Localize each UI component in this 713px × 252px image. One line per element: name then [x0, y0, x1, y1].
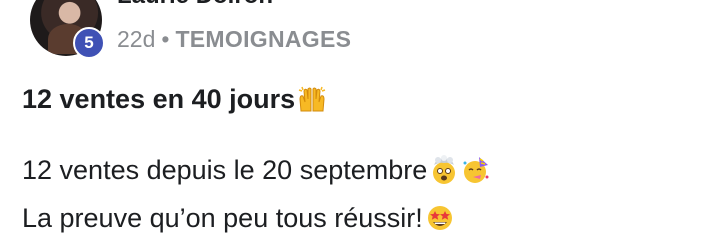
- partying-face-icon: [461, 155, 491, 185]
- post-age: 22d: [117, 26, 156, 52]
- raising-hands-icon: [297, 85, 327, 115]
- author-name[interactable]: Laurie Doiron: [117, 0, 273, 10]
- category-link[interactable]: TEMOIGNAGES: [175, 26, 351, 53]
- post-title: 12 ventes en 40 jours: [22, 84, 327, 115]
- meta-separator: •: [161, 26, 170, 52]
- body-line-2: La preuve qu’on peu tous réussir!: [22, 194, 491, 242]
- post-header: 5 Laurie Doiron 22d • TEMOIGNAGES: [0, 0, 713, 60]
- post-body: 12 ventes depuis le 20 septembre La preu…: [22, 146, 491, 242]
- exploding-head-icon: [429, 155, 459, 185]
- body-line-2-text: La preuve qu’on peu tous réussir!: [22, 203, 423, 233]
- avatar-container[interactable]: 5: [30, 0, 105, 59]
- body-line-1: 12 ventes depuis le 20 septembre: [22, 146, 491, 194]
- body-line-1-text: 12 ventes depuis le 20 septembre: [22, 155, 428, 185]
- post-meta: 22d • TEMOIGNAGES: [117, 26, 351, 53]
- post-title-text: 12 ventes en 40 jours: [22, 84, 296, 114]
- star-struck-icon: [425, 203, 455, 233]
- level-badge: 5: [73, 27, 105, 59]
